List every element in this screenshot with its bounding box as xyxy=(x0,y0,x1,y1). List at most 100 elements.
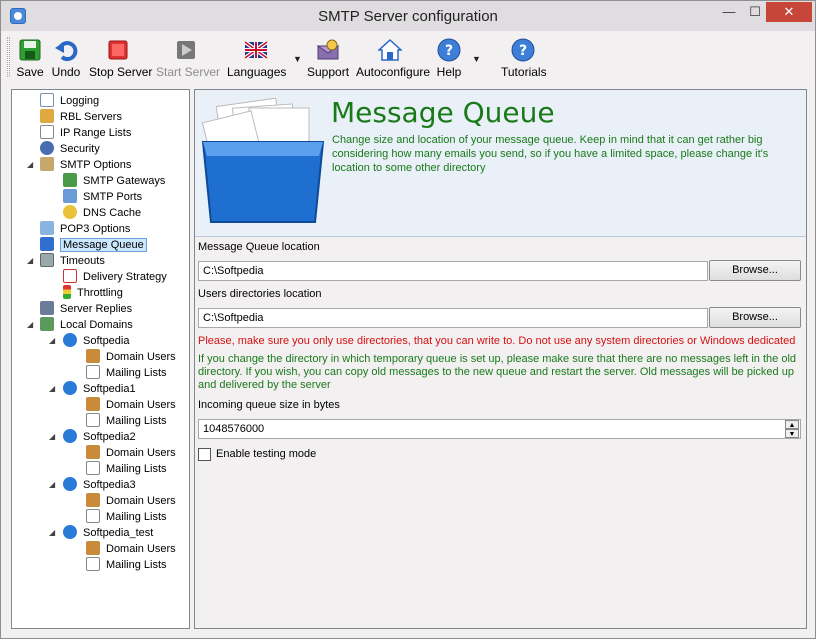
gateway-icon xyxy=(63,173,77,187)
tree-item-domain[interactable]: Softpedia1 xyxy=(63,381,136,397)
smtp-options-expander-icon[interactable]: ◢ xyxy=(27,160,33,169)
globe-icon xyxy=(63,381,77,395)
stop-server-button[interactable]: Stop Server xyxy=(89,38,153,82)
tree-item-domain-users[interactable]: Domain Users xyxy=(86,541,176,557)
help-dropdown-icon[interactable]: ▼ xyxy=(472,54,481,64)
queue-location-label: Message Queue location xyxy=(198,241,320,253)
directory-warning-red: Please, make sure you only use directori… xyxy=(198,335,796,347)
minimize-button[interactable]: — xyxy=(716,2,742,22)
tree-item-domain[interactable]: Softpedia2 xyxy=(63,429,136,445)
title-bar[interactable]: SMTP Server configuration — ☐ ✕ xyxy=(1,1,815,31)
tree-item-ip-range-lists[interactable]: IP Range Lists xyxy=(40,125,131,141)
tree-item-domain-users[interactable]: Domain Users xyxy=(86,445,176,461)
header-panel: Message Queue Change size and location o… xyxy=(195,90,806,237)
list-icon xyxy=(86,557,100,571)
toolbar-grip[interactable] xyxy=(7,37,10,77)
softpedia3-expander-icon[interactable]: ◢ xyxy=(49,480,55,489)
softpedia2-expander-icon[interactable]: ◢ xyxy=(49,432,55,441)
rbl-icon xyxy=(40,109,54,123)
help-button[interactable]: ? Help xyxy=(435,38,463,82)
tree-item-mailing-lists[interactable]: Mailing Lists xyxy=(86,461,167,477)
tree-item-local-domains[interactable]: Local Domains xyxy=(40,317,133,333)
tree-item-domain[interactable]: Softpedia_test xyxy=(63,525,153,541)
softpedia1-expander-icon[interactable]: ◢ xyxy=(49,384,55,393)
local-domains-expander-icon[interactable]: ◢ xyxy=(27,320,33,329)
spin-down-icon[interactable]: ▼ xyxy=(785,429,799,438)
tree-item-timeouts[interactable]: Timeouts xyxy=(40,253,105,269)
list-icon xyxy=(86,509,100,523)
softpedia-expander-icon[interactable]: ◢ xyxy=(49,336,55,345)
tree-item-smtp-ports[interactable]: SMTP Ports xyxy=(63,189,142,205)
house-icon xyxy=(378,38,402,61)
security-icon xyxy=(40,141,54,155)
tree-item-server-replies[interactable]: Server Replies xyxy=(40,301,132,317)
logging-icon xyxy=(40,93,54,107)
undo-label: Undo xyxy=(51,65,81,79)
start-server-button[interactable]: Start Server xyxy=(156,38,220,82)
queue-size-spinner[interactable]: ▲ ▼ xyxy=(785,420,799,438)
tree-item-domain-users[interactable]: Domain Users xyxy=(86,349,176,365)
users-dir-browse-button[interactable]: Browse... xyxy=(709,307,801,328)
users-dir-label: Users directories location xyxy=(198,288,322,300)
testing-mode-label[interactable]: Enable testing mode xyxy=(216,448,316,460)
settings-tree[interactable]: Logging RBL Servers IP Range Lists Secur… xyxy=(11,89,190,629)
queue-size-input[interactable]: 1048576000 xyxy=(198,419,801,439)
queue-size-label: Incoming queue size in bytes xyxy=(198,399,340,411)
support-button[interactable]: Support xyxy=(307,38,349,82)
tree-item-security[interactable]: Security xyxy=(40,141,100,157)
page-title: Message Queue xyxy=(331,96,555,129)
tree-item-domain[interactable]: Softpedia xyxy=(63,333,129,349)
ports-icon xyxy=(63,189,77,203)
tree-item-logging[interactable]: Logging xyxy=(40,93,99,109)
stop-server-label: Stop Server xyxy=(89,65,153,79)
tree-item-mailing-lists[interactable]: Mailing Lists xyxy=(86,557,167,573)
tree-item-dns-cache[interactable]: DNS Cache xyxy=(63,205,141,221)
dns-icon xyxy=(63,205,77,219)
svg-text:?: ? xyxy=(445,43,453,59)
users-icon xyxy=(86,349,100,363)
tree-item-smtp-options[interactable]: SMTP Options xyxy=(40,157,131,173)
tree-item-rbl-servers[interactable]: RBL Servers xyxy=(40,109,122,125)
start-icon xyxy=(177,41,195,59)
softpedia-test-expander-icon[interactable]: ◢ xyxy=(49,528,55,537)
list-icon xyxy=(86,413,100,427)
tree-item-domain-users[interactable]: Domain Users xyxy=(86,397,176,413)
save-icon xyxy=(19,39,41,61)
save-button[interactable]: Save xyxy=(15,38,45,82)
queue-location-browse-button[interactable]: Browse... xyxy=(709,260,801,281)
close-button[interactable]: ✕ xyxy=(766,2,812,22)
tree-item-domain-users[interactable]: Domain Users xyxy=(86,493,176,509)
spin-up-icon[interactable]: ▲ xyxy=(785,420,799,429)
languages-dropdown-icon[interactable]: ▼ xyxy=(293,54,302,64)
timeouts-expander-icon[interactable]: ◢ xyxy=(27,256,33,265)
support-label: Support xyxy=(307,65,350,79)
globe-icon xyxy=(63,525,77,539)
autoconfigure-label: Autoconfigure xyxy=(356,65,431,79)
users-dir-input[interactable]: C:\Softpedia xyxy=(198,308,708,328)
tree-item-message-queue[interactable]: Message Queue xyxy=(40,237,147,253)
tree-item-mailing-lists[interactable]: Mailing Lists xyxy=(86,413,167,429)
tutorials-button[interactable]: ? Tutorials xyxy=(501,38,547,82)
tree-item-pop3-options[interactable]: POP3 Options xyxy=(40,221,130,237)
tutorials-label: Tutorials xyxy=(501,65,547,79)
undo-button[interactable]: Undo xyxy=(51,38,81,82)
tree-item-mailing-lists[interactable]: Mailing Lists xyxy=(86,509,167,525)
languages-button[interactable]: Languages xyxy=(227,38,286,82)
tree-item-smtp-gateways[interactable]: SMTP Gateways xyxy=(63,173,165,189)
maximize-button[interactable]: ☐ xyxy=(742,2,768,22)
autoconfigure-button[interactable]: Autoconfigure xyxy=(356,38,431,82)
tree-item-domain[interactable]: Softpedia3 xyxy=(63,477,136,493)
main-panel: Message Queue Change size and location o… xyxy=(194,89,807,629)
tree-item-mailing-lists[interactable]: Mailing Lists xyxy=(86,365,167,381)
tree-item-throttling[interactable]: Throttling xyxy=(63,285,123,301)
users-icon xyxy=(86,541,100,555)
tree-item-delivery-strategy[interactable]: Delivery Strategy xyxy=(63,269,167,285)
timeouts-icon xyxy=(40,253,54,267)
queue-location-input[interactable]: C:\Softpedia xyxy=(198,261,708,281)
undo-icon xyxy=(55,41,78,62)
page-description: Change size and location of your message… xyxy=(332,134,769,174)
window-title: SMTP Server configuration xyxy=(318,8,498,25)
testing-mode-checkbox[interactable] xyxy=(198,448,211,461)
support-icon xyxy=(316,39,340,60)
svg-text:?: ? xyxy=(519,43,527,59)
